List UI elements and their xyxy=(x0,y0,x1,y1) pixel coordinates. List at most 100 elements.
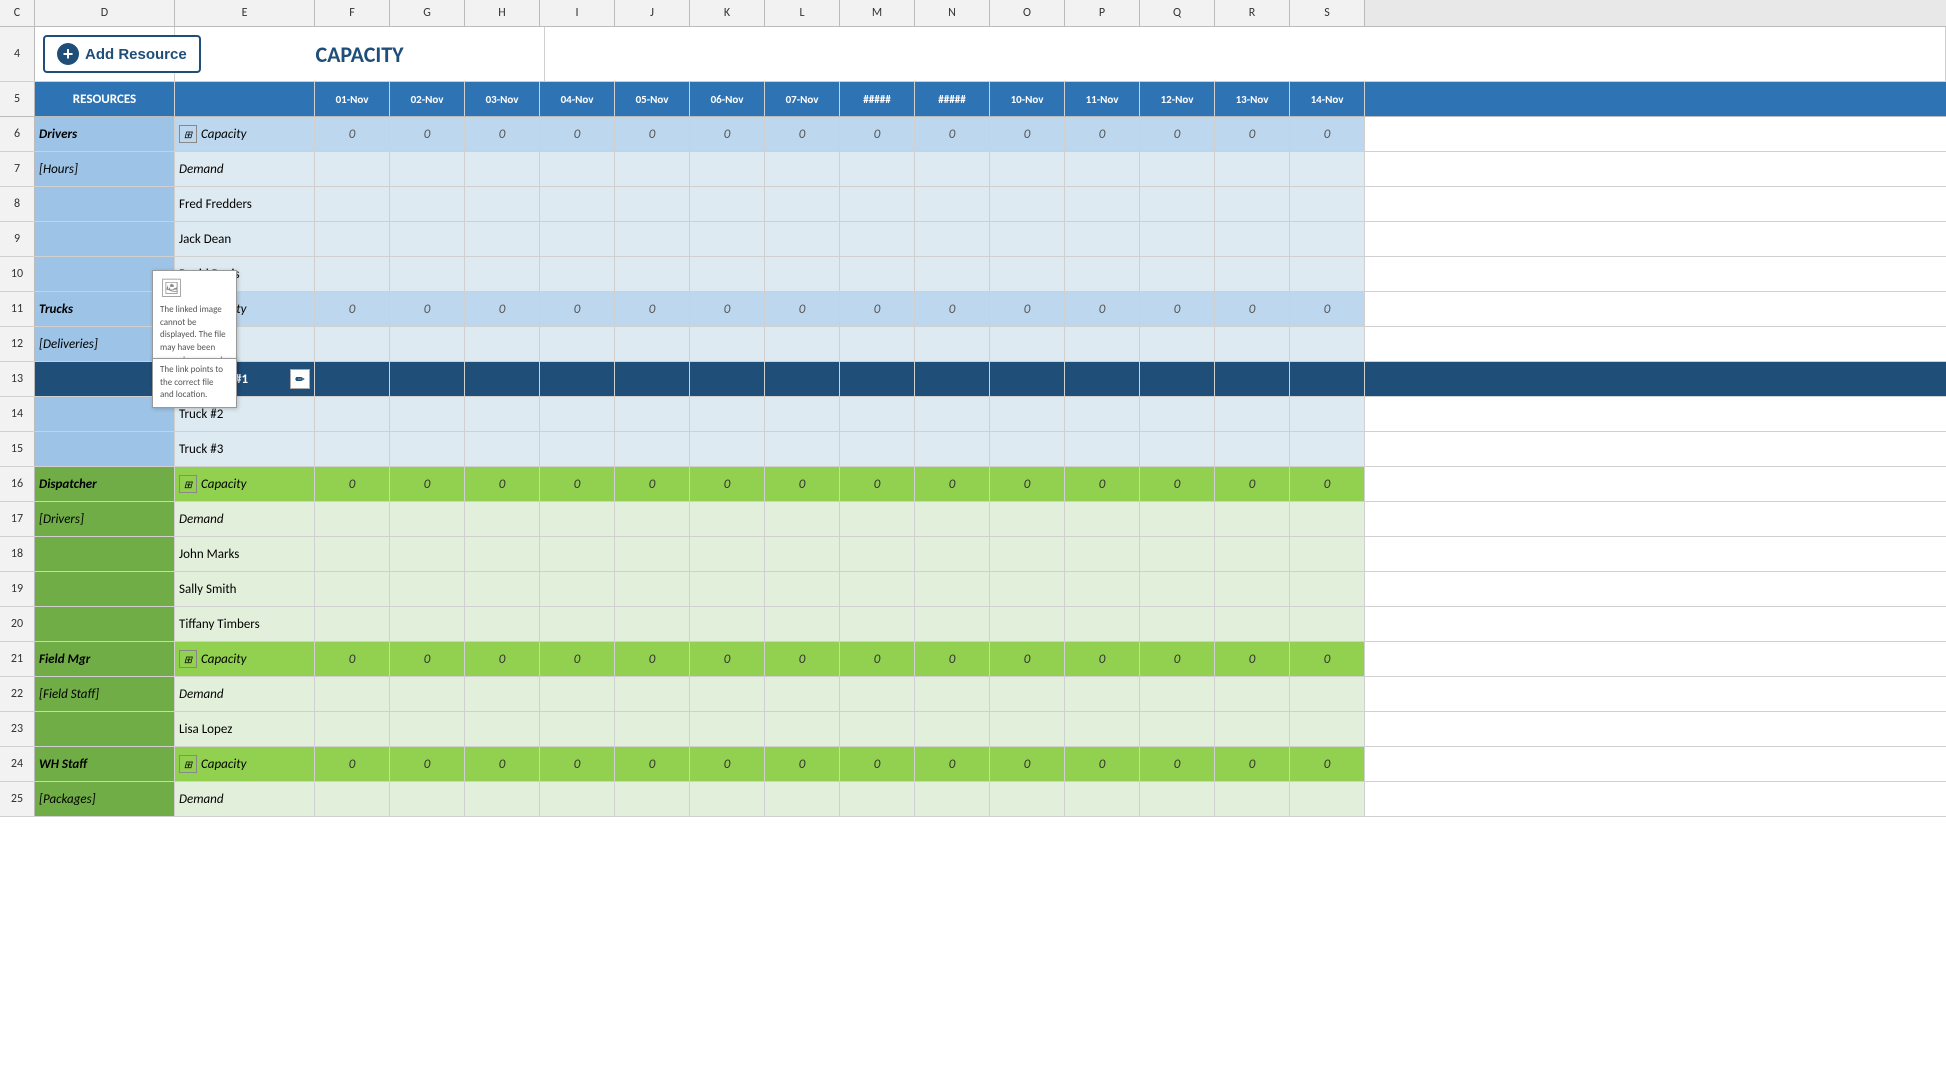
row-6-num: 6 xyxy=(0,117,35,151)
date-05nov: 05-Nov xyxy=(615,82,690,116)
row-8: 8 Fred Fredders xyxy=(0,187,1946,222)
row-15: 15 Truck #3 xyxy=(0,432,1946,467)
date-04nov: 04-Nov xyxy=(540,82,615,116)
row-13-num: 13 xyxy=(0,362,35,396)
plus-icon: + xyxy=(57,43,79,65)
row-8-num: 8 xyxy=(0,187,35,221)
truck1-action-icon[interactable]: ✏ xyxy=(290,369,310,389)
fred-name: Fred Fredders xyxy=(175,187,315,221)
col-s-header: S xyxy=(1290,0,1365,26)
broken-image-icon: 🖼 xyxy=(160,276,229,301)
drivers-label: Drivers xyxy=(35,117,175,151)
drivers-hours-label: [Hours] xyxy=(35,152,175,186)
row-20: 20 Tiffany Timbers xyxy=(0,607,1946,642)
row-12-num: 12 xyxy=(0,327,35,361)
row-5-num: 5 xyxy=(0,82,35,116)
capacity-title: CAPACITY xyxy=(175,27,545,81)
row-10: 10 David Davis xyxy=(0,257,1946,292)
drivers-cap-01: 0 xyxy=(315,117,390,151)
john-marks-name: John Marks xyxy=(175,537,315,571)
truck3-name: Truck #3 xyxy=(175,432,315,466)
drivers-dem-03 xyxy=(465,152,540,186)
col-j-header: J xyxy=(615,0,690,26)
whstaff-label: WH Staff xyxy=(35,747,175,781)
col-p-header: P xyxy=(1065,0,1140,26)
row-22: 22 [Field Staff] Demand xyxy=(0,677,1946,712)
row-19: 19 Sally Smith xyxy=(0,572,1946,607)
resources-sub-header xyxy=(175,82,315,116)
date-14nov: 14-Nov xyxy=(1290,82,1365,116)
row-22-num: 22 xyxy=(0,677,35,711)
row-6: 6 Drivers ⊞ Capacity 0 0 0 0 0 0 0 0 0 0… xyxy=(0,117,1946,152)
fred-02 xyxy=(390,187,465,221)
row-14-num: 14 xyxy=(0,397,35,431)
row-25: 25 [Packages] Demand xyxy=(0,782,1946,817)
drivers-cap-08: 0 xyxy=(840,117,915,151)
row-17-num: 17 xyxy=(0,502,35,536)
date-11nov: 11-Nov xyxy=(1065,82,1140,116)
fieldmgr-label: Field Mgr xyxy=(35,642,175,676)
fieldmgr-capacity-label: ⊞ Capacity xyxy=(175,642,315,676)
sally-smith-name: Sally Smith xyxy=(175,572,315,606)
drivers-demand-label: Demand xyxy=(175,152,315,186)
row-23: 23 Lisa Lopez xyxy=(0,712,1946,747)
row-12: 12 [Deliveries] Demand xyxy=(0,327,1946,362)
add-resource-cell: + Add Resource xyxy=(35,27,175,81)
fred-14 xyxy=(1290,187,1365,221)
row-21: 21 Field Mgr ⊞ Capacity 0 0 0 0 0 0 0 0 … xyxy=(0,642,1946,677)
row-13: 13 ✏ Truck #1 ✏ xyxy=(0,362,1946,397)
row-18-num: 18 xyxy=(0,537,35,571)
col-h-header: H xyxy=(465,0,540,26)
drivers-cap-07: 0 xyxy=(765,117,840,151)
col-q-header: Q xyxy=(1140,0,1215,26)
col-r-header: R xyxy=(1215,0,1290,26)
drivers-dem-11 xyxy=(1065,152,1140,186)
fred-04 xyxy=(540,187,615,221)
fred-11 xyxy=(1065,187,1140,221)
row-11: 11 Trucks ⊞ Capacity 0 0 0 0 0 0 0 0 0 0… xyxy=(0,292,1946,327)
date-07nov: 07-Nov xyxy=(765,82,840,116)
col-e-header: E xyxy=(175,0,315,26)
dispatcher-drivers-label: [Drivers] xyxy=(35,502,175,536)
fieldmgr-demand-label: Demand xyxy=(175,677,315,711)
lisa-lopez-name: Lisa Lopez xyxy=(175,712,315,746)
drivers-dem-14 xyxy=(1290,152,1365,186)
fred-10 xyxy=(990,187,1065,221)
drivers-cap-14: 0 xyxy=(1290,117,1365,151)
row-24: 24 WH Staff ⊞ Capacity 0 0 0 0 0 0 0 0 0… xyxy=(0,747,1946,782)
row-25-num: 25 xyxy=(0,782,35,816)
fred-col-d xyxy=(35,187,175,221)
row-11-num: 11 xyxy=(0,292,35,326)
drivers-cap-11: 0 xyxy=(1065,117,1140,151)
col-c-header: C xyxy=(0,0,35,26)
fred-12 xyxy=(1140,187,1215,221)
date-12nov: 12-Nov xyxy=(1140,82,1215,116)
whstaff-demand-label: Demand xyxy=(175,782,315,816)
row-7: 7 [Hours] Demand xyxy=(0,152,1946,187)
row-15-num: 15 xyxy=(0,432,35,466)
drivers-dem-04 xyxy=(540,152,615,186)
drivers-dem-12 xyxy=(1140,152,1215,186)
add-resource-label: Add Resource xyxy=(85,46,187,63)
jack-name: Jack Dean xyxy=(175,222,315,256)
resources-header-row: 5 RESOURCES 01-Nov 02-Nov 03-Nov 04-Nov … xyxy=(0,82,1946,117)
dispatcher-icon-btn[interactable]: ⊞ xyxy=(179,475,197,493)
drivers-cap-05: 0 xyxy=(615,117,690,151)
col-d-header: D xyxy=(35,0,175,26)
fred-08 xyxy=(840,187,915,221)
column-headers-row: C D E F G H I J K L M N O P Q R S xyxy=(0,0,1946,27)
date-02nov: 02-Nov xyxy=(390,82,465,116)
fred-09 xyxy=(915,187,990,221)
dispatcher-demand-label: Demand xyxy=(175,502,315,536)
row-14: 14 Truck #2 xyxy=(0,397,1946,432)
row-23-num: 23 xyxy=(0,712,35,746)
fieldstaff-label: [Field Staff] xyxy=(35,677,175,711)
drivers-dem-05 xyxy=(615,152,690,186)
drivers-dem-07 xyxy=(765,152,840,186)
whstaff-icon-btn[interactable]: ⊞ xyxy=(179,755,197,773)
col-g-header: G xyxy=(390,0,465,26)
fieldmgr-icon-btn[interactable]: ⊞ xyxy=(179,650,197,668)
row-16: 16 Dispatcher ⊞ Capacity 0 0 0 0 0 0 0 0… xyxy=(0,467,1946,502)
drivers-icon-btn[interactable]: ⊞ xyxy=(179,125,197,143)
row-7-num: 7 xyxy=(0,152,35,186)
